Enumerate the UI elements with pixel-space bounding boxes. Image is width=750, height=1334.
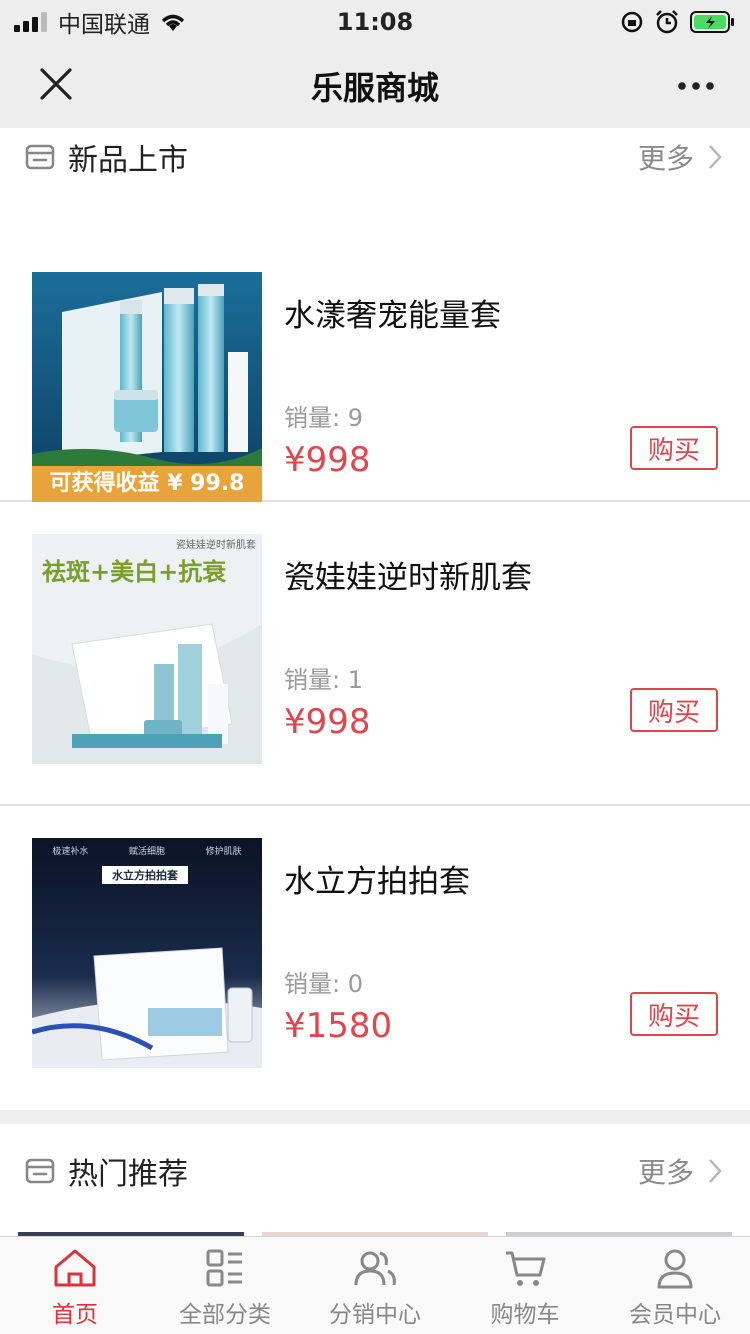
- nav-bar: 乐服商城: [0, 44, 750, 128]
- tab-label: 全部分类: [179, 1302, 271, 1328]
- tab-member[interactable]: 会员中心: [600, 1237, 750, 1334]
- tab-home[interactable]: 首页: [0, 1237, 150, 1334]
- tab-label: 购物车: [490, 1302, 560, 1328]
- earnings-banner: 可获得收益 ¥ 99.8: [49, 471, 245, 496]
- more-label: 更多: [637, 1156, 694, 1189]
- section-divider: [0, 1110, 750, 1124]
- product-price: ¥998: [284, 702, 371, 742]
- chevron-right-icon: [709, 1159, 722, 1183]
- status-bar: 中国联通 11:08: [0, 0, 750, 44]
- tab-label: 分销中心: [329, 1302, 421, 1328]
- thumb-caption: 瓷娃娃逆时新肌套: [176, 540, 256, 551]
- thumb-feature: 修护肌肤: [205, 847, 242, 857]
- wifi-icon: [161, 14, 185, 31]
- user-icon: [657, 1249, 693, 1289]
- bottom-tab-bar: 首页 全部分类 分销中心 购物车 会员中心: [0, 1236, 750, 1334]
- buy-button[interactable]: 购买: [630, 688, 718, 732]
- tab-label: 会员中心: [629, 1302, 721, 1328]
- new-arrivals-title: 新品上市: [68, 143, 188, 178]
- new-arrivals-more-link[interactable]: 更多: [638, 137, 722, 177]
- hot-header: 热门推荐 更多: [0, 1124, 750, 1218]
- product-sales: 销量: 1: [284, 666, 363, 694]
- page-title: 乐服商城: [310, 69, 439, 107]
- hot-more-link[interactable]: 更多: [638, 1151, 722, 1191]
- store-icon: [25, 144, 55, 170]
- product-name[interactable]: 水漾奢宠能量套: [284, 290, 501, 335]
- new-arrivals-list: 可获得收益 ¥ 99.8 水漾奢宠能量套 销量: 9 ¥998 购买 瓷娃娃逆时…: [0, 186, 750, 1110]
- product-sales: 销量: 0: [284, 970, 363, 998]
- chevron-right-icon: [709, 145, 722, 169]
- battery-icon: [690, 11, 734, 33]
- hot-title: 热门推荐: [68, 1157, 188, 1192]
- thumb-features: 极速补水 赋活细胞 修护肌肤: [32, 844, 262, 857]
- new-arrivals-header: 新品上市 更多: [0, 128, 750, 186]
- home-icon: [54, 1249, 96, 1287]
- store-icon: [25, 1158, 55, 1184]
- signal-icon: [14, 12, 47, 32]
- thumb-headline: 祛斑+美白+抗衰: [42, 557, 227, 586]
- thumb-tag: 水立方拍拍套: [112, 869, 178, 882]
- status-right: [620, 9, 736, 35]
- buy-button[interactable]: 购买: [630, 992, 718, 1036]
- product-image[interactable]: 可获得收益 ¥ 99.8: [32, 272, 262, 502]
- product-card[interactable]: 瓷娃娃逆时新肌套 祛斑+美白+抗衰 瓷娃娃逆时新肌套 销量: 1 ¥998 购买: [0, 502, 750, 806]
- alarm-icon: [656, 10, 678, 34]
- cart-icon: [506, 1251, 546, 1286]
- product-card[interactable]: 极速补水 赋活细胞 修护肌肤 水立方拍拍套 水立方拍拍套 销量: 0 ¥1580…: [0, 806, 750, 1110]
- carrier-label: 中国联通: [58, 12, 150, 38]
- product-card[interactable]: 可获得收益 ¥ 99.8 水漾奢宠能量套 销量: 9 ¥998 购买: [0, 186, 750, 502]
- product-image[interactable]: 瓷娃娃逆时新肌套 祛斑+美白+抗衰: [32, 534, 262, 764]
- buy-button[interactable]: 购买: [630, 426, 718, 470]
- tab-cart[interactable]: 购物车: [450, 1237, 600, 1334]
- hot-products-strip[interactable]: [0, 1218, 750, 1236]
- tab-categories[interactable]: 全部分类: [150, 1237, 300, 1334]
- status-left: 中国联通: [14, 5, 188, 39]
- product-price: ¥998: [284, 440, 371, 480]
- content-scroll[interactable]: 新品上市 更多 可获得收益 ¥ 99.8 水漾奢宠能量套 销量: 9 ¥998 …: [0, 128, 750, 1236]
- product-image[interactable]: 极速补水 赋活细胞 修护肌肤 水立方拍拍套: [32, 838, 262, 1068]
- close-icon[interactable]: [36, 64, 76, 104]
- tab-label: 首页: [52, 1302, 98, 1328]
- category-icon: [206, 1249, 242, 1287]
- thumb-feature: 赋活细胞: [128, 847, 165, 857]
- product-name[interactable]: 瓷娃娃逆时新肌套: [284, 552, 532, 597]
- users-icon: [354, 1251, 396, 1286]
- rotation-lock-icon: [621, 11, 643, 33]
- product-price: ¥1580: [284, 1006, 393, 1046]
- product-name[interactable]: 水立方拍拍套: [284, 856, 470, 901]
- product-sales: 销量: 9: [284, 404, 363, 432]
- tab-distribution[interactable]: 分销中心: [300, 1237, 450, 1334]
- more-label: 更多: [637, 142, 694, 175]
- thumb-feature: 极速补水: [52, 847, 89, 857]
- more-menu-icon[interactable]: [676, 78, 716, 94]
